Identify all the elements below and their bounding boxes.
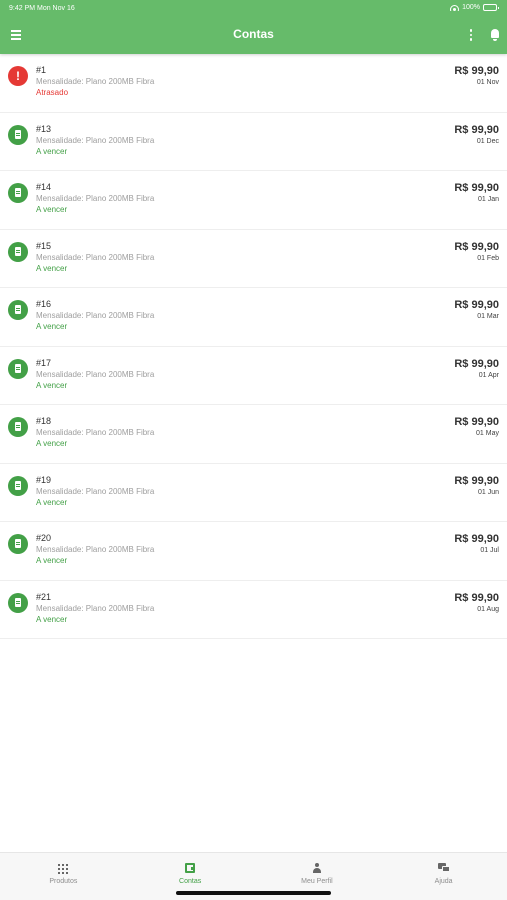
bill-row[interactable]: #13 Mensalidade: Plano 200MB Fibra A vence… xyxy=(0,113,507,171)
bill-row[interactable]: #15 Mensalidade: Plano 200MB Fibra A vence… xyxy=(0,230,507,288)
person-icon xyxy=(312,863,322,874)
bill-description: Mensalidade: Plano 200MB Fibra xyxy=(36,428,155,437)
more-vertical-icon xyxy=(469,29,473,32)
bill-row[interactable]: #14 Mensalidade: Plano 200MB Fibra A vence… xyxy=(0,171,507,230)
bill-status: A vencer xyxy=(36,614,68,624)
bill-status: A vencer xyxy=(36,146,68,156)
document-icon xyxy=(8,417,28,437)
app-header: 9:42 PM Mon Nov 16 100% Contas xyxy=(0,0,507,54)
tab-ajuda[interactable]: Ajuda xyxy=(380,853,507,900)
bill-amount: R$ 99,90 xyxy=(454,65,499,77)
bill-amount: R$ 99,90 xyxy=(454,299,499,311)
bill-due-date: 01 Mar xyxy=(477,313,499,320)
grid-icon xyxy=(58,864,69,874)
bill-description: Mensalidade: Plano 200MB Fibra xyxy=(36,311,155,320)
bill-description: Mensalidade: Plano 200MB Fibra xyxy=(36,369,155,379)
bell-icon xyxy=(491,29,499,38)
document-icon xyxy=(8,592,28,613)
bill-due-date: 01 Nov xyxy=(476,79,499,86)
bill-row[interactable]: #21 Mensalidade: Plano 200MB Fibra A vence… xyxy=(0,581,507,639)
bill-number: #17 xyxy=(36,357,52,368)
bill-status: A vencer xyxy=(36,439,68,448)
document-icon xyxy=(8,124,28,145)
home-indicator xyxy=(176,891,331,895)
bill-amount: R$ 99,90 xyxy=(454,416,499,428)
document-icon xyxy=(8,475,28,496)
bill-row[interactable]: ! #1 Mensalidade: Plano 200MB Fibra Atrasad… xyxy=(0,54,507,113)
bill-description: Mensalidade: Plano 200MB Fibra xyxy=(36,545,155,554)
battery-percent: 100% xyxy=(462,4,480,11)
alert-icon: ! xyxy=(8,66,28,86)
tab-label: Meu Perfil xyxy=(301,878,333,885)
bill-status: A vencer xyxy=(36,380,68,390)
document-icon xyxy=(8,183,28,203)
bill-description: Mensalidade: Plano 200MB Fibra xyxy=(36,135,155,145)
bill-due-date: 01 Aug xyxy=(477,605,499,613)
tab-produtos[interactable]: Produtos xyxy=(0,853,127,900)
bill-due-date: 01 Jun xyxy=(477,488,499,496)
document-icon xyxy=(8,534,28,554)
bill-number: #14 xyxy=(36,182,52,192)
more-options-button[interactable] xyxy=(463,25,479,45)
bill-status: Atrasado xyxy=(36,88,69,97)
bill-description: Mensalidade: Plano 200MB Fibra xyxy=(36,486,155,496)
tab-label: Produtos xyxy=(49,878,78,885)
bill-row[interactable]: #16 Mensalidade: Plano 200MB Fibra A vence… xyxy=(0,288,507,347)
toolbar: Contas xyxy=(0,17,507,54)
document-icon xyxy=(8,358,28,379)
bill-number: #19 xyxy=(36,474,52,485)
bill-due-date: 01 Jul xyxy=(480,547,499,554)
bill-amount: R$ 99,90 xyxy=(454,533,499,545)
status-bar: 9:42 PM Mon Nov 16 100% xyxy=(0,0,507,17)
status-indicators: 100% xyxy=(450,4,499,11)
bill-status: A vencer xyxy=(36,263,68,273)
document-icon xyxy=(8,300,28,320)
bill-due-date: 01 May xyxy=(476,430,499,437)
bill-amount: R$ 99,90 xyxy=(454,240,499,253)
tab-label: Contas xyxy=(179,878,202,885)
bill-amount: R$ 99,90 xyxy=(454,123,499,136)
bill-number: #13 xyxy=(36,123,52,134)
bill-due-date: 01 Jan xyxy=(477,196,499,203)
bill-row[interactable]: #20 Mensalidade: Plano 200MB Fibra A vence… xyxy=(0,522,507,581)
status-time: 9:42 PM xyxy=(9,5,36,12)
bill-due-date: 01 Apr xyxy=(478,371,499,379)
page-title: Contas xyxy=(233,27,274,41)
bill-list: ! #1 Mensalidade: Plano 200MB Fibra Atrasad… xyxy=(0,54,507,639)
bill-amount: R$ 99,90 xyxy=(454,591,499,604)
bill-row[interactable]: #18 Mensalidade: Plano 200MB Fibra A vence… xyxy=(0,405,507,464)
battery-icon xyxy=(483,4,499,11)
bill-status: A vencer xyxy=(36,556,68,565)
bill-status: A vencer xyxy=(36,497,68,507)
bill-description: Mensalidade: Plano 200MB Fibra xyxy=(36,603,155,613)
chat-icon xyxy=(437,863,450,874)
bill-amount: R$ 99,90 xyxy=(454,357,499,370)
bill-due-date: 01 Feb xyxy=(477,254,499,262)
notifications-button[interactable] xyxy=(485,25,505,45)
bill-status: A vencer xyxy=(36,205,68,214)
status-date: Mon Nov 16 xyxy=(37,5,75,12)
bill-number: #16 xyxy=(36,299,52,309)
bill-row[interactable]: #17 Mensalidade: Plano 200MB Fibra A vence… xyxy=(0,347,507,405)
bill-description: Mensalidade: Plano 200MB Fibra xyxy=(36,194,155,203)
bill-amount: R$ 99,90 xyxy=(454,182,499,194)
bill-description: Mensalidade: Plano 200MB Fibra xyxy=(36,252,155,262)
bill-number: #21 xyxy=(36,591,52,602)
bill-number: #20 xyxy=(36,533,52,543)
bill-number: #1 xyxy=(36,65,47,75)
document-icon xyxy=(8,241,28,262)
bill-number: #18 xyxy=(36,416,52,426)
bill-amount: R$ 99,90 xyxy=(454,474,499,487)
bill-status: A vencer xyxy=(36,322,68,331)
wallet-icon xyxy=(185,863,196,873)
tab-label: Ajuda xyxy=(434,878,453,885)
bill-row[interactable]: #19 Mensalidade: Plano 200MB Fibra A vence… xyxy=(0,464,507,522)
bill-description: Mensalidade: Plano 200MB Fibra xyxy=(36,77,155,86)
bill-due-date: 01 Dec xyxy=(476,137,499,145)
bill-number: #15 xyxy=(36,240,52,251)
wifi-icon xyxy=(450,4,460,11)
